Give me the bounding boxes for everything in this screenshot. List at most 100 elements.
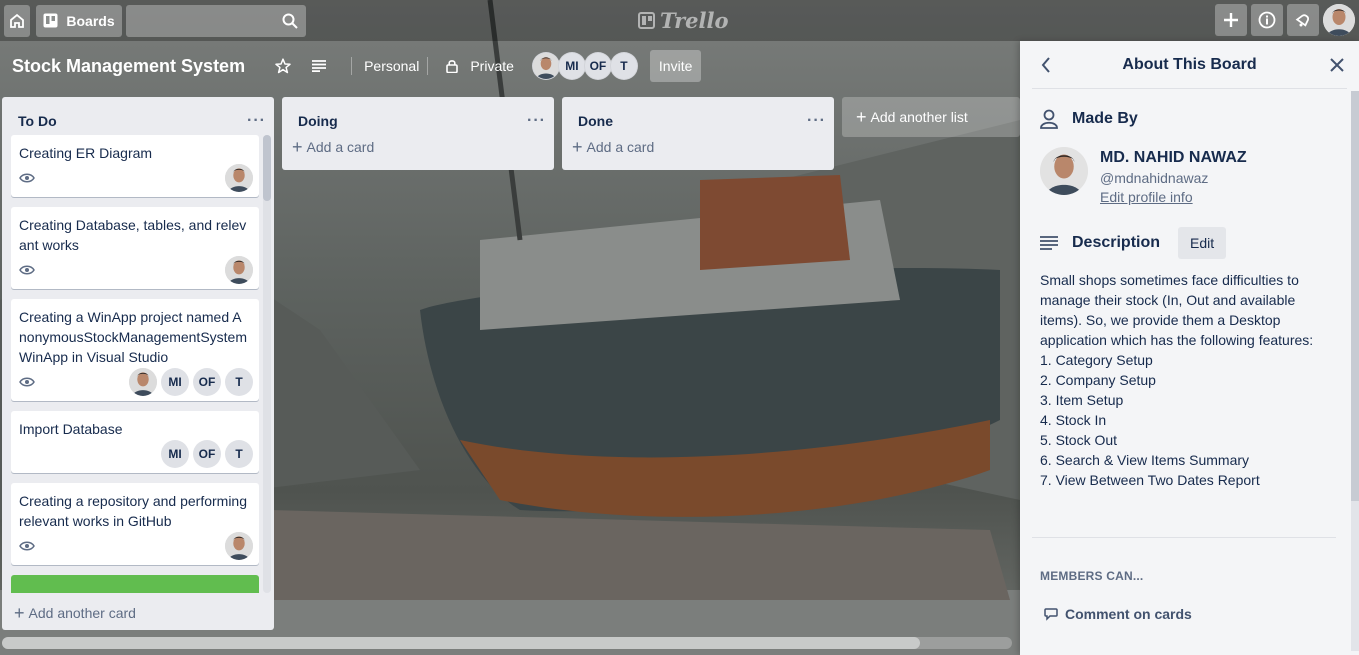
add-card-button[interactable]: + Add a card <box>562 135 834 159</box>
member-avatar-of[interactable]: OF <box>193 368 221 396</box>
panel-header: About This Board <box>1032 41 1347 89</box>
top-nav: Boards Trello <box>0 0 1359 41</box>
notifications-button[interactable] <box>1287 4 1319 36</box>
member-avatar-mi[interactable]: MI <box>161 368 189 396</box>
star-icon <box>275 58 291 74</box>
card[interactable]: Creating ER Diagram <box>11 135 259 197</box>
trello-logo-icon <box>638 12 655 29</box>
member-avatar-photo[interactable] <box>531 52 560 80</box>
close-button[interactable] <box>1327 55 1347 75</box>
header-divider <box>427 57 429 75</box>
board-scrollbar-thumb[interactable] <box>2 637 920 649</box>
user-avatar[interactable] <box>1323 4 1355 36</box>
close-icon <box>1330 58 1344 72</box>
card[interactable]: Creating a WinApp project named Anonymou… <box>11 299 259 401</box>
card-title: Creating a repository and performing rel… <box>19 493 248 529</box>
back-button[interactable] <box>1036 55 1056 75</box>
header-divider <box>351 57 353 75</box>
member-avatar-of[interactable]: OF <box>583 52 612 80</box>
team-button[interactable]: Personal <box>364 58 419 74</box>
plus-icon: + <box>572 137 583 157</box>
edit-description-button[interactable]: Edit <box>1178 227 1227 259</box>
made-by-label: Made By <box>1072 110 1138 127</box>
panel-scrollbar-thumb[interactable] <box>1351 91 1359 501</box>
member-avatar-of[interactable]: OF <box>193 440 221 468</box>
card-badges <box>19 164 253 192</box>
watch-eye-icon <box>19 377 35 387</box>
member-avatar-mi[interactable]: MI <box>161 440 189 468</box>
list-title[interactable]: Done <box>578 113 613 129</box>
members-can-heading: MEMBERS CAN... <box>1040 569 1144 583</box>
invite-button[interactable]: Invite <box>649 50 702 82</box>
description-label: Description <box>1072 234 1161 251</box>
description-lines-icon <box>1040 236 1058 250</box>
list-doing: Doing ··· + Add a card <box>282 97 554 170</box>
add-card-label: Add another card <box>28 605 136 621</box>
user-photo-icon <box>129 368 157 396</box>
add-another-list-button[interactable]: + Add another list <box>842 97 1020 137</box>
plus-icon: + <box>292 137 303 157</box>
member-avatar-photo[interactable] <box>225 164 253 192</box>
plus-icon <box>1224 13 1238 27</box>
chevron-left-icon <box>1041 57 1050 73</box>
card-members <box>225 164 253 192</box>
list-title[interactable]: Doing <box>298 113 338 129</box>
member-avatar-photo[interactable] <box>129 368 157 396</box>
list-scrollbar[interactable] <box>263 135 271 593</box>
owner-profile: MD. NAHID NAWAZ @mdnahidnawaz Edit profi… <box>1040 147 1247 205</box>
card[interactable]: Import Database MI OF T <box>11 411 259 473</box>
board-horizontal-scrollbar[interactable] <box>2 637 1012 649</box>
edit-profile-link[interactable]: Edit profile info <box>1100 189 1247 205</box>
member-avatar-t[interactable]: T <box>225 440 253 468</box>
bell-icon <box>1295 14 1310 27</box>
card-badges <box>19 256 253 284</box>
card-badges: MI OF T <box>19 440 253 468</box>
boards-button[interactable]: Boards <box>36 4 122 37</box>
comment-on-cards-option[interactable]: Comment on cards <box>1044 606 1192 622</box>
member-avatar-photo[interactable] <box>225 532 253 560</box>
add-card-button[interactable]: + Add a card <box>282 135 554 159</box>
list-menu-icon[interactable]: ··· <box>807 112 826 130</box>
member-avatar-mi[interactable]: MI <box>557 52 586 80</box>
list-menu-icon[interactable]: ··· <box>247 112 266 130</box>
board-menu-button[interactable] <box>307 54 331 78</box>
trello-logo[interactable]: Trello <box>638 8 729 33</box>
star-button[interactable] <box>271 54 295 78</box>
panel-divider <box>1032 537 1336 538</box>
owner-avatar[interactable] <box>1040 147 1088 195</box>
member-avatar-t[interactable]: T <box>225 368 253 396</box>
card-title: Creating ER Diagram <box>19 145 153 161</box>
card-green-label[interactable] <box>11 575 259 593</box>
boards-icon <box>43 13 58 28</box>
user-photo-icon <box>225 256 253 284</box>
create-button[interactable] <box>1215 4 1247 36</box>
card-title: Import Database <box>19 421 123 437</box>
list-scrollbar-thumb[interactable] <box>263 135 271 201</box>
card-members: MI OF T <box>161 440 253 468</box>
user-photo-icon <box>225 532 253 560</box>
add-another-card-button[interactable]: + Add another card <box>2 601 148 625</box>
list-header: To Do ··· <box>2 97 274 135</box>
person-icon <box>1040 109 1058 129</box>
list-title[interactable]: To Do <box>18 113 57 129</box>
watch-eye-icon <box>19 541 35 551</box>
search-box[interactable] <box>126 4 306 37</box>
visibility-button[interactable]: Private <box>470 58 514 74</box>
owner-name: MD. NAHID NAWAZ <box>1100 149 1247 166</box>
card[interactable]: Creating a repository and performing rel… <box>11 483 259 565</box>
about-board-panel: About This Board Made By MD. NAHID NAWAZ… <box>1020 41 1359 655</box>
info-button[interactable] <box>1251 4 1283 36</box>
card-container: Creating ER Diagram Creating Database, t… <box>11 135 259 593</box>
card[interactable]: Creating Database, tables, and relevant … <box>11 207 259 289</box>
owner-info: MD. NAHID NAWAZ @mdnahidnawaz Edit profi… <box>1100 147 1247 205</box>
member-avatar-t[interactable]: T <box>609 52 638 80</box>
board-title[interactable]: Stock Management System <box>12 56 245 77</box>
user-photo-icon <box>1040 147 1088 195</box>
list-menu-icon[interactable]: ··· <box>527 112 546 130</box>
board-lines-icon <box>312 60 327 72</box>
home-button[interactable] <box>4 4 30 37</box>
member-avatar-photo[interactable] <box>225 256 253 284</box>
card-title: Creating a WinApp project named Anonymou… <box>19 309 247 365</box>
card-members <box>225 532 253 560</box>
plus-icon: + <box>14 603 25 623</box>
